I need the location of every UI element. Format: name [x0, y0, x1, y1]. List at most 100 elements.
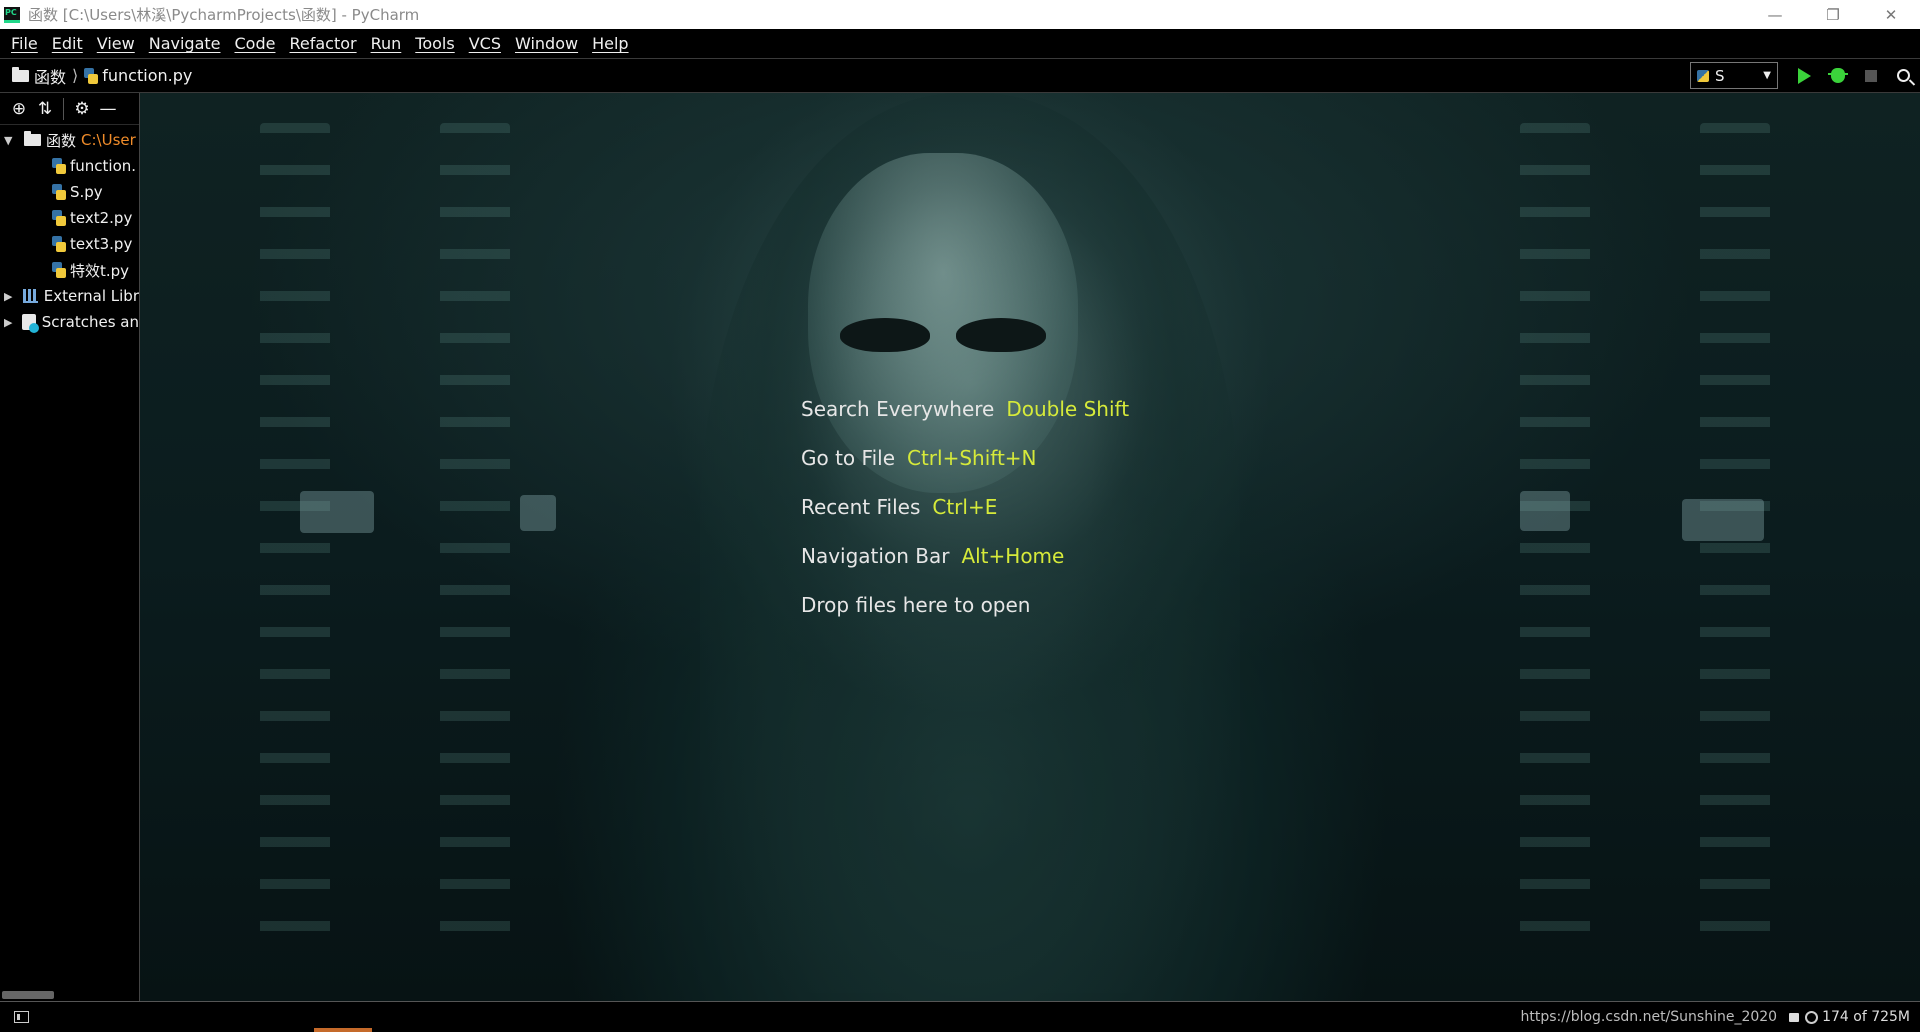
- hint-shortcut: Ctrl+Shift+N: [907, 445, 1037, 470]
- title-bar: PC 函数 [C:\Users\林溪\PycharmProjects\函数] -…: [0, 0, 1920, 29]
- menu-refactor[interactable]: Refactor: [282, 34, 363, 53]
- status-right: https://blog.csdn.net/Sunshine_2020 174 …: [1521, 1009, 1920, 1025]
- project-panel: ⊕ ⇅ ⚙ — ▼ 函数 C:\User function. S.py text…: [0, 93, 140, 1001]
- settings-button[interactable]: ⚙: [69, 96, 95, 122]
- tree-file-item[interactable]: 特效t.py: [0, 257, 139, 283]
- python-file-icon: [52, 236, 66, 252]
- python-file-icon: [84, 67, 99, 84]
- server-rack: [1520, 123, 1590, 961]
- tree-root-path: C:\User: [81, 131, 136, 149]
- toolbar-divider: [63, 97, 64, 120]
- window-title: 函数 [C:\Users\林溪\PycharmProjects\函数] - Py…: [28, 6, 420, 24]
- scratches-icon: [22, 314, 39, 333]
- server-rack: [1700, 123, 1770, 961]
- collapse-all-button[interactable]: ⇅: [32, 96, 58, 122]
- close-button[interactable]: ✕: [1862, 0, 1920, 29]
- tree-external-libraries-label: External Libr: [43, 287, 139, 305]
- memory-indicator[interactable]: 174 of 725M: [1805, 1009, 1910, 1025]
- menu-edit[interactable]: Edit: [45, 34, 90, 53]
- stop-button[interactable]: [1854, 59, 1887, 92]
- menu-tools[interactable]: Tools: [408, 34, 461, 53]
- editor-area[interactable]: Search Everywhere Double Shift Go to Fil…: [140, 93, 1920, 1001]
- hint-shortcut: Alt+Home: [961, 543, 1065, 568]
- menu-run[interactable]: Run: [364, 34, 409, 53]
- tree-file-item[interactable]: function.: [0, 153, 139, 179]
- bug-icon: [1827, 68, 1848, 83]
- search-everywhere-button[interactable]: [1887, 59, 1920, 92]
- tree-file-item[interactable]: text2.py: [0, 205, 139, 231]
- lock-icon[interactable]: [1789, 1012, 1800, 1022]
- hint-go-to-file: Go to File Ctrl+Shift+N: [801, 433, 1129, 482]
- tree-file-item[interactable]: text3.py: [0, 231, 139, 257]
- python-file-icon: [52, 210, 66, 226]
- breadcrumb-project[interactable]: 函数: [34, 64, 66, 88]
- background-light: [1682, 499, 1764, 541]
- run-configuration-select[interactable]: S ▼: [1690, 62, 1778, 89]
- breadcrumb-file[interactable]: function.py: [102, 66, 192, 85]
- hint-action: Recent Files: [801, 494, 921, 519]
- pycharm-logo-icon: PC: [4, 6, 20, 23]
- server-rack: [440, 123, 510, 961]
- hide-panel-button[interactable]: —: [95, 96, 121, 122]
- horizontal-scrollbar[interactable]: [2, 991, 54, 999]
- menu-view[interactable]: View: [90, 34, 142, 53]
- tree-root-label: 函数: [46, 131, 77, 150]
- play-icon: [1798, 67, 1811, 84]
- chevron-right-icon: ⟩: [72, 66, 79, 85]
- tool-windows-toggle-icon[interactable]: [14, 1011, 29, 1023]
- menu-navigate[interactable]: Navigate: [142, 34, 228, 53]
- tree-scratches-label: Scratches an: [41, 313, 139, 331]
- server-rack: [260, 123, 330, 961]
- folder-icon: [24, 131, 41, 146]
- menu-file[interactable]: File: [4, 34, 45, 53]
- debug-button[interactable]: [1821, 59, 1854, 92]
- hint-action: Search Everywhere: [801, 396, 995, 421]
- tree-file-label: S.py: [70, 183, 103, 201]
- hint-shortcut: Ctrl+E: [932, 494, 998, 519]
- tree-root[interactable]: ▼ 函数 C:\User: [0, 127, 139, 153]
- tree-external-libraries[interactable]: ▶ External Libr: [0, 283, 139, 309]
- tree-scratches[interactable]: ▶ Scratches an: [0, 309, 139, 335]
- hint-navigation-bar: Navigation Bar Alt+Home: [801, 531, 1129, 580]
- menu-vcs[interactable]: VCS: [462, 34, 508, 53]
- tree-file-label: 特效t.py: [70, 261, 130, 280]
- hint-action: Drop files here to open: [801, 592, 1031, 617]
- navigation-bar: 函数 ⟩ function.py S ▼: [0, 58, 1920, 93]
- python-file-icon: [52, 158, 66, 174]
- expand-arrow-icon[interactable]: ▶: [4, 316, 16, 329]
- status-bar: https://blog.csdn.net/Sunshine_2020 174 …: [0, 1001, 1920, 1032]
- tree-file-label: function.: [70, 157, 137, 175]
- background-light: [300, 491, 374, 533]
- python-icon: [1697, 69, 1709, 82]
- minimize-button[interactable]: —: [1746, 0, 1804, 29]
- locate-file-button[interactable]: ⊕: [6, 96, 32, 122]
- memory-icon: [1805, 1010, 1819, 1024]
- progress-strip: [314, 1028, 372, 1032]
- expand-arrow-icon[interactable]: ▶: [4, 290, 17, 303]
- menu-bar: File Edit View Navigate Code Refactor Ru…: [0, 29, 1920, 58]
- tree-file-label: text2.py: [70, 209, 133, 227]
- hint-action: Go to File: [801, 445, 895, 470]
- project-tree: ▼ 函数 C:\User function. S.py text2.py tex…: [0, 125, 139, 335]
- empty-editor-hints: Search Everywhere Double Shift Go to Fil…: [801, 384, 1129, 629]
- python-file-icon: [52, 262, 66, 278]
- menu-window[interactable]: Window: [508, 34, 585, 53]
- chevron-down-icon: ▼: [1763, 70, 1771, 81]
- mask-eye: [840, 318, 930, 352]
- stop-icon: [1864, 69, 1877, 82]
- background-light: [520, 495, 556, 531]
- run-configuration-value: S: [1715, 66, 1725, 85]
- hint-recent-files: Recent Files Ctrl+E: [801, 482, 1129, 531]
- breadcrumb: 函数 ⟩ function.py: [0, 64, 192, 88]
- restore-button[interactable]: ❐: [1804, 0, 1862, 29]
- library-icon: [22, 289, 38, 303]
- watermark-text: https://blog.csdn.net/Sunshine_2020: [1520, 1009, 1778, 1025]
- hint-action: Navigation Bar: [801, 543, 950, 568]
- search-icon: [1897, 69, 1910, 82]
- menu-help[interactable]: Help: [585, 34, 635, 53]
- menu-code[interactable]: Code: [228, 34, 283, 53]
- project-toolbar: ⊕ ⇅ ⚙ —: [0, 93, 139, 125]
- tree-file-item[interactable]: S.py: [0, 179, 139, 205]
- run-button[interactable]: [1788, 59, 1821, 92]
- expand-arrow-icon[interactable]: ▼: [4, 134, 18, 147]
